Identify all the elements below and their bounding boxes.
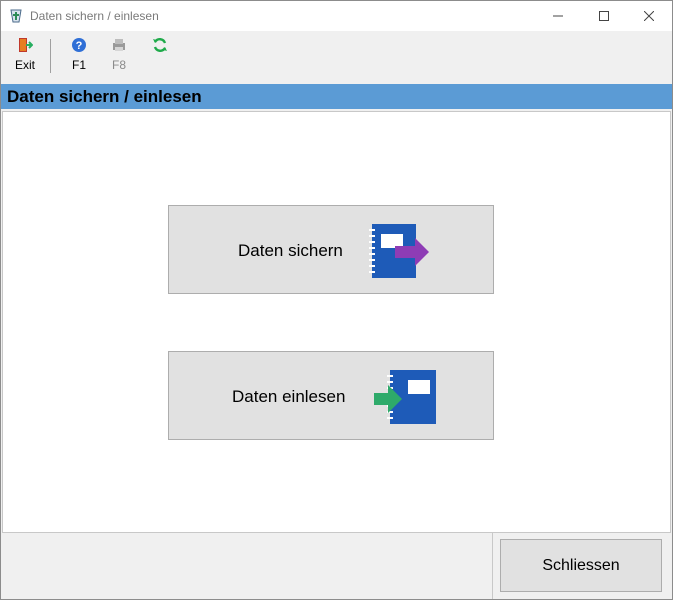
section-header: Daten sichern / einlesen [1, 84, 672, 109]
notebook-export-icon [369, 224, 429, 278]
notebook-import-icon [374, 370, 436, 424]
maximize-button[interactable] [581, 1, 627, 31]
save-data-button[interactable]: Daten sichern [168, 205, 494, 294]
bottom-divider [492, 533, 493, 599]
window-title: Daten sichern / einlesen [30, 9, 159, 23]
exit-label: Exit [14, 58, 35, 72]
main-panel: Daten sichern Daten einlesen [2, 111, 671, 533]
toolbar: Exit ? F1 F8 [1, 31, 672, 83]
svg-text:?: ? [76, 40, 83, 52]
help-icon: ? [72, 38, 86, 52]
f1-label: F1 [71, 58, 86, 72]
bottom-bar: Schliessen [1, 533, 672, 599]
close-window-button[interactable] [626, 1, 672, 31]
title-bar: Daten sichern / einlesen [1, 1, 672, 31]
section-title: Daten sichern / einlesen [7, 87, 202, 106]
minimize-icon [553, 15, 563, 17]
close-icon [644, 11, 654, 21]
minimize-button[interactable] [535, 1, 581, 31]
save-data-label: Daten sichern [238, 241, 343, 260]
print-icon [113, 39, 125, 51]
load-data-label: Daten einlesen [232, 387, 346, 406]
close-button[interactable]: Schliessen [500, 539, 662, 592]
exit-button[interactable]: Exit [10, 37, 40, 77]
help-button[interactable]: ? F1 [64, 37, 94, 77]
app-logo-icon [10, 9, 22, 23]
exit-door-icon [19, 38, 33, 52]
refresh-button[interactable] [145, 37, 175, 77]
app-window: Daten sichern / einlesen Exit ? F1 F8 Da… [0, 0, 673, 600]
print-button[interactable]: F8 [104, 37, 134, 77]
f8-label: F8 [111, 58, 126, 72]
refresh-icon [153, 38, 167, 52]
load-data-button[interactable]: Daten einlesen [168, 351, 494, 440]
toolbar-separator [50, 39, 51, 73]
maximize-icon [599, 11, 609, 21]
